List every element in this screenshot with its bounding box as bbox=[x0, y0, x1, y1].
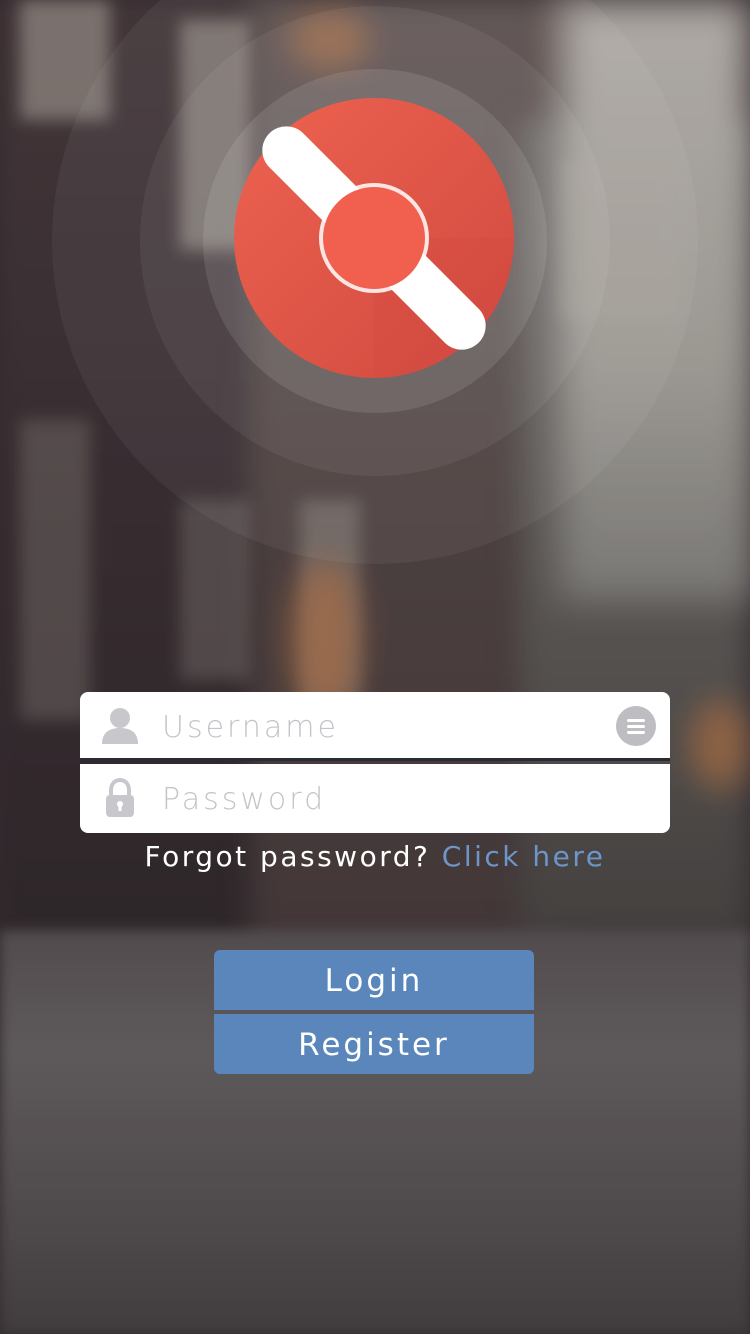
forgot-password-link[interactable]: Click here bbox=[442, 840, 606, 873]
forgot-password-line: Forgot password? Click here bbox=[0, 840, 750, 873]
forgot-password-prompt: Forgot password? bbox=[144, 840, 431, 873]
user-icon bbox=[102, 708, 138, 744]
username-input[interactable] bbox=[160, 700, 604, 754]
propeller-logo bbox=[234, 98, 514, 378]
password-input[interactable] bbox=[160, 772, 604, 826]
username-field bbox=[80, 692, 670, 761]
register-button[interactable]: Register bbox=[214, 1014, 534, 1074]
login-button[interactable]: Login bbox=[214, 950, 534, 1010]
menu-icon[interactable] bbox=[616, 706, 656, 746]
password-field bbox=[80, 764, 670, 833]
lock-icon bbox=[106, 778, 134, 817]
